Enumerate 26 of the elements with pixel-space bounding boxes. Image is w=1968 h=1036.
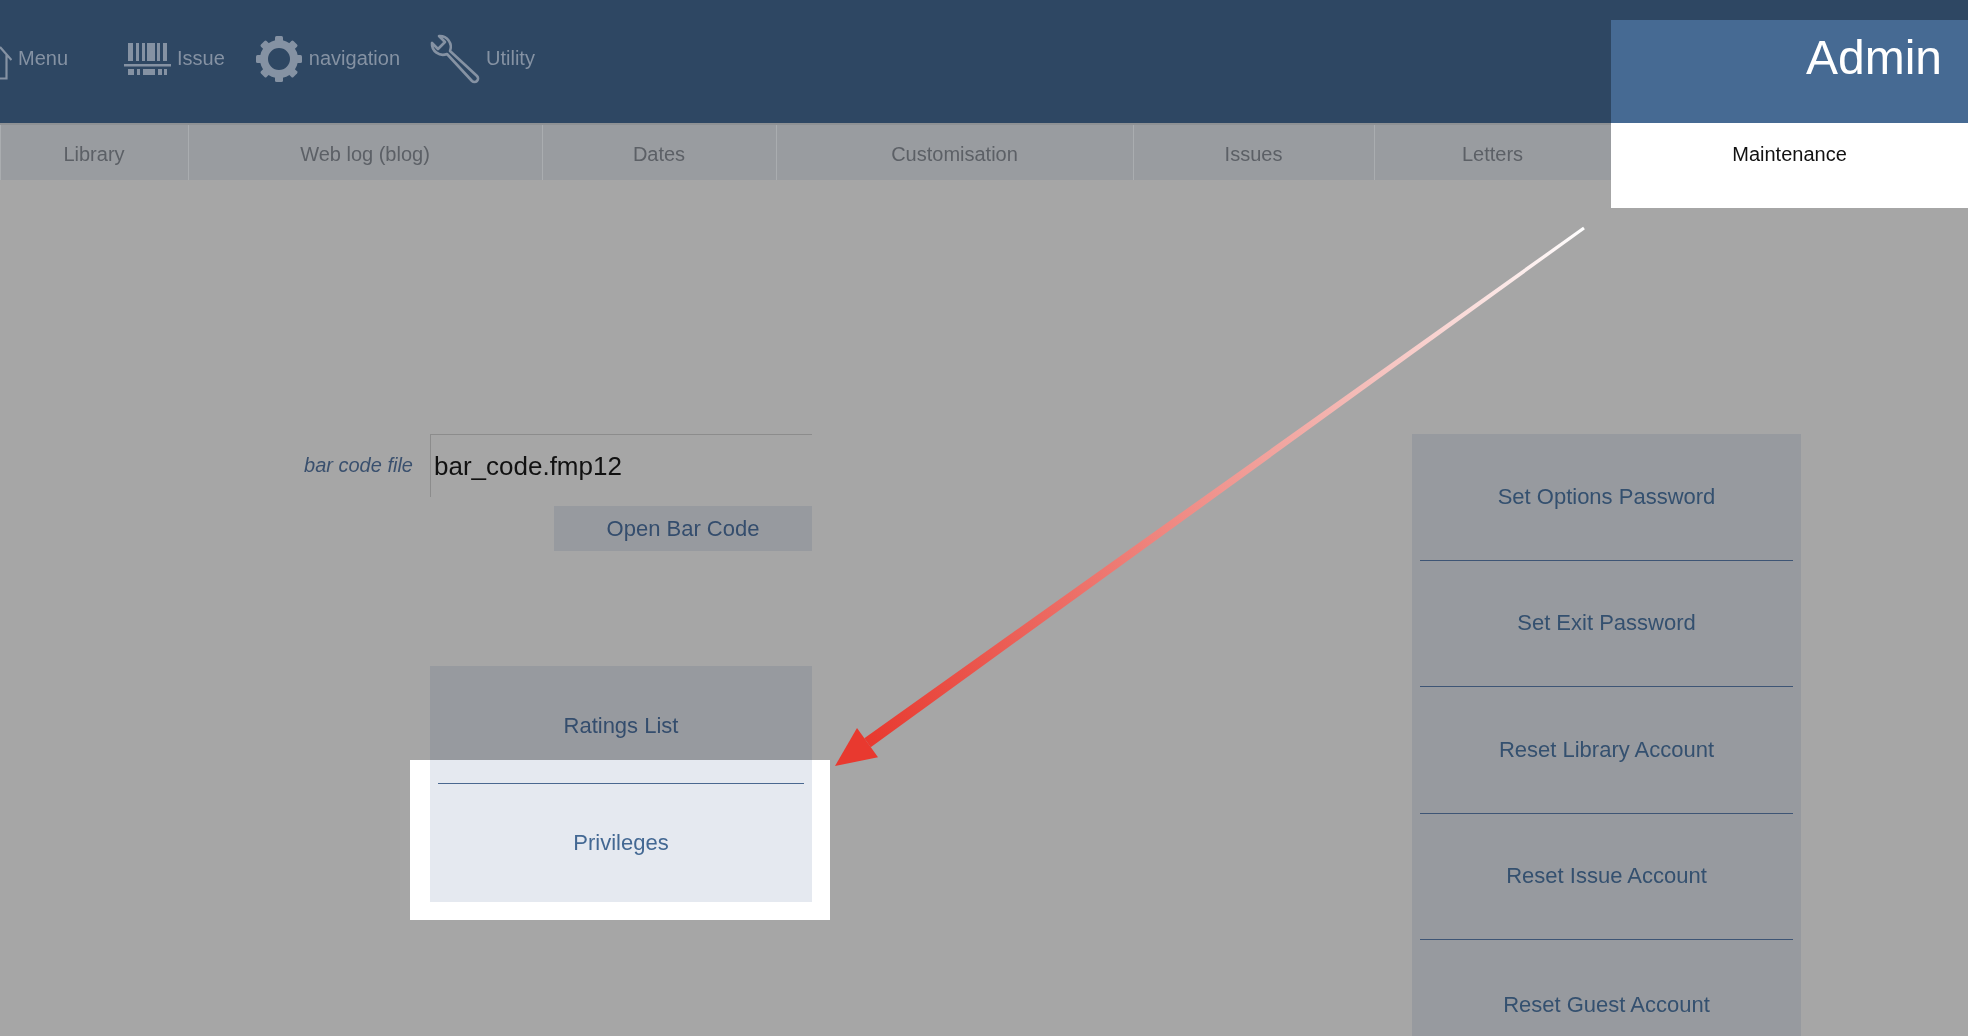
tab[interactable]: Library <box>0 123 188 180</box>
menu-button[interactable]: Reset Issue Account <box>1420 813 1793 940</box>
menu-button[interactable]: Set Options Password <box>1420 434 1793 561</box>
menu-button[interactable]: Privileges <box>430 760 812 902</box>
gear-icon <box>254 34 303 83</box>
house-icon <box>0 45 12 80</box>
menu-button[interactable]: Reset Guest Account <box>1420 940 1793 1036</box>
tab[interactable]: Issues <box>1133 123 1374 180</box>
page-title: Admin <box>1805 34 1942 82</box>
field-label: bar code file <box>303 454 413 477</box>
tab[interactable]: Customisation <box>776 123 1133 180</box>
nav-link[interactable]: Issue <box>124 42 225 75</box>
nav-link[interactable]: navigation <box>254 34 401 83</box>
barcode-icon <box>124 42 172 75</box>
menu-button[interactable]: Set Exit Password <box>1420 560 1793 687</box>
nav-link[interactable]: Menu <box>0 37 69 80</box>
nav-link[interactable]: Utility <box>430 33 535 84</box>
input-field[interactable]: bar_code.fmp12 <box>430 434 812 497</box>
tab[interactable]: Maintenance <box>1611 123 1968 208</box>
tab[interactable]: Letters <box>1374 123 1611 180</box>
open-button[interactable]: Open Bar Code <box>554 506 812 551</box>
wrench-icon <box>430 33 481 84</box>
menu-button[interactable]: Reset Library Account <box>1420 687 1793 814</box>
tab[interactable]: Dates <box>542 123 776 180</box>
menu-button[interactable]: Ratings List <box>430 666 812 760</box>
tab[interactable]: Web log (blog) <box>188 123 542 180</box>
